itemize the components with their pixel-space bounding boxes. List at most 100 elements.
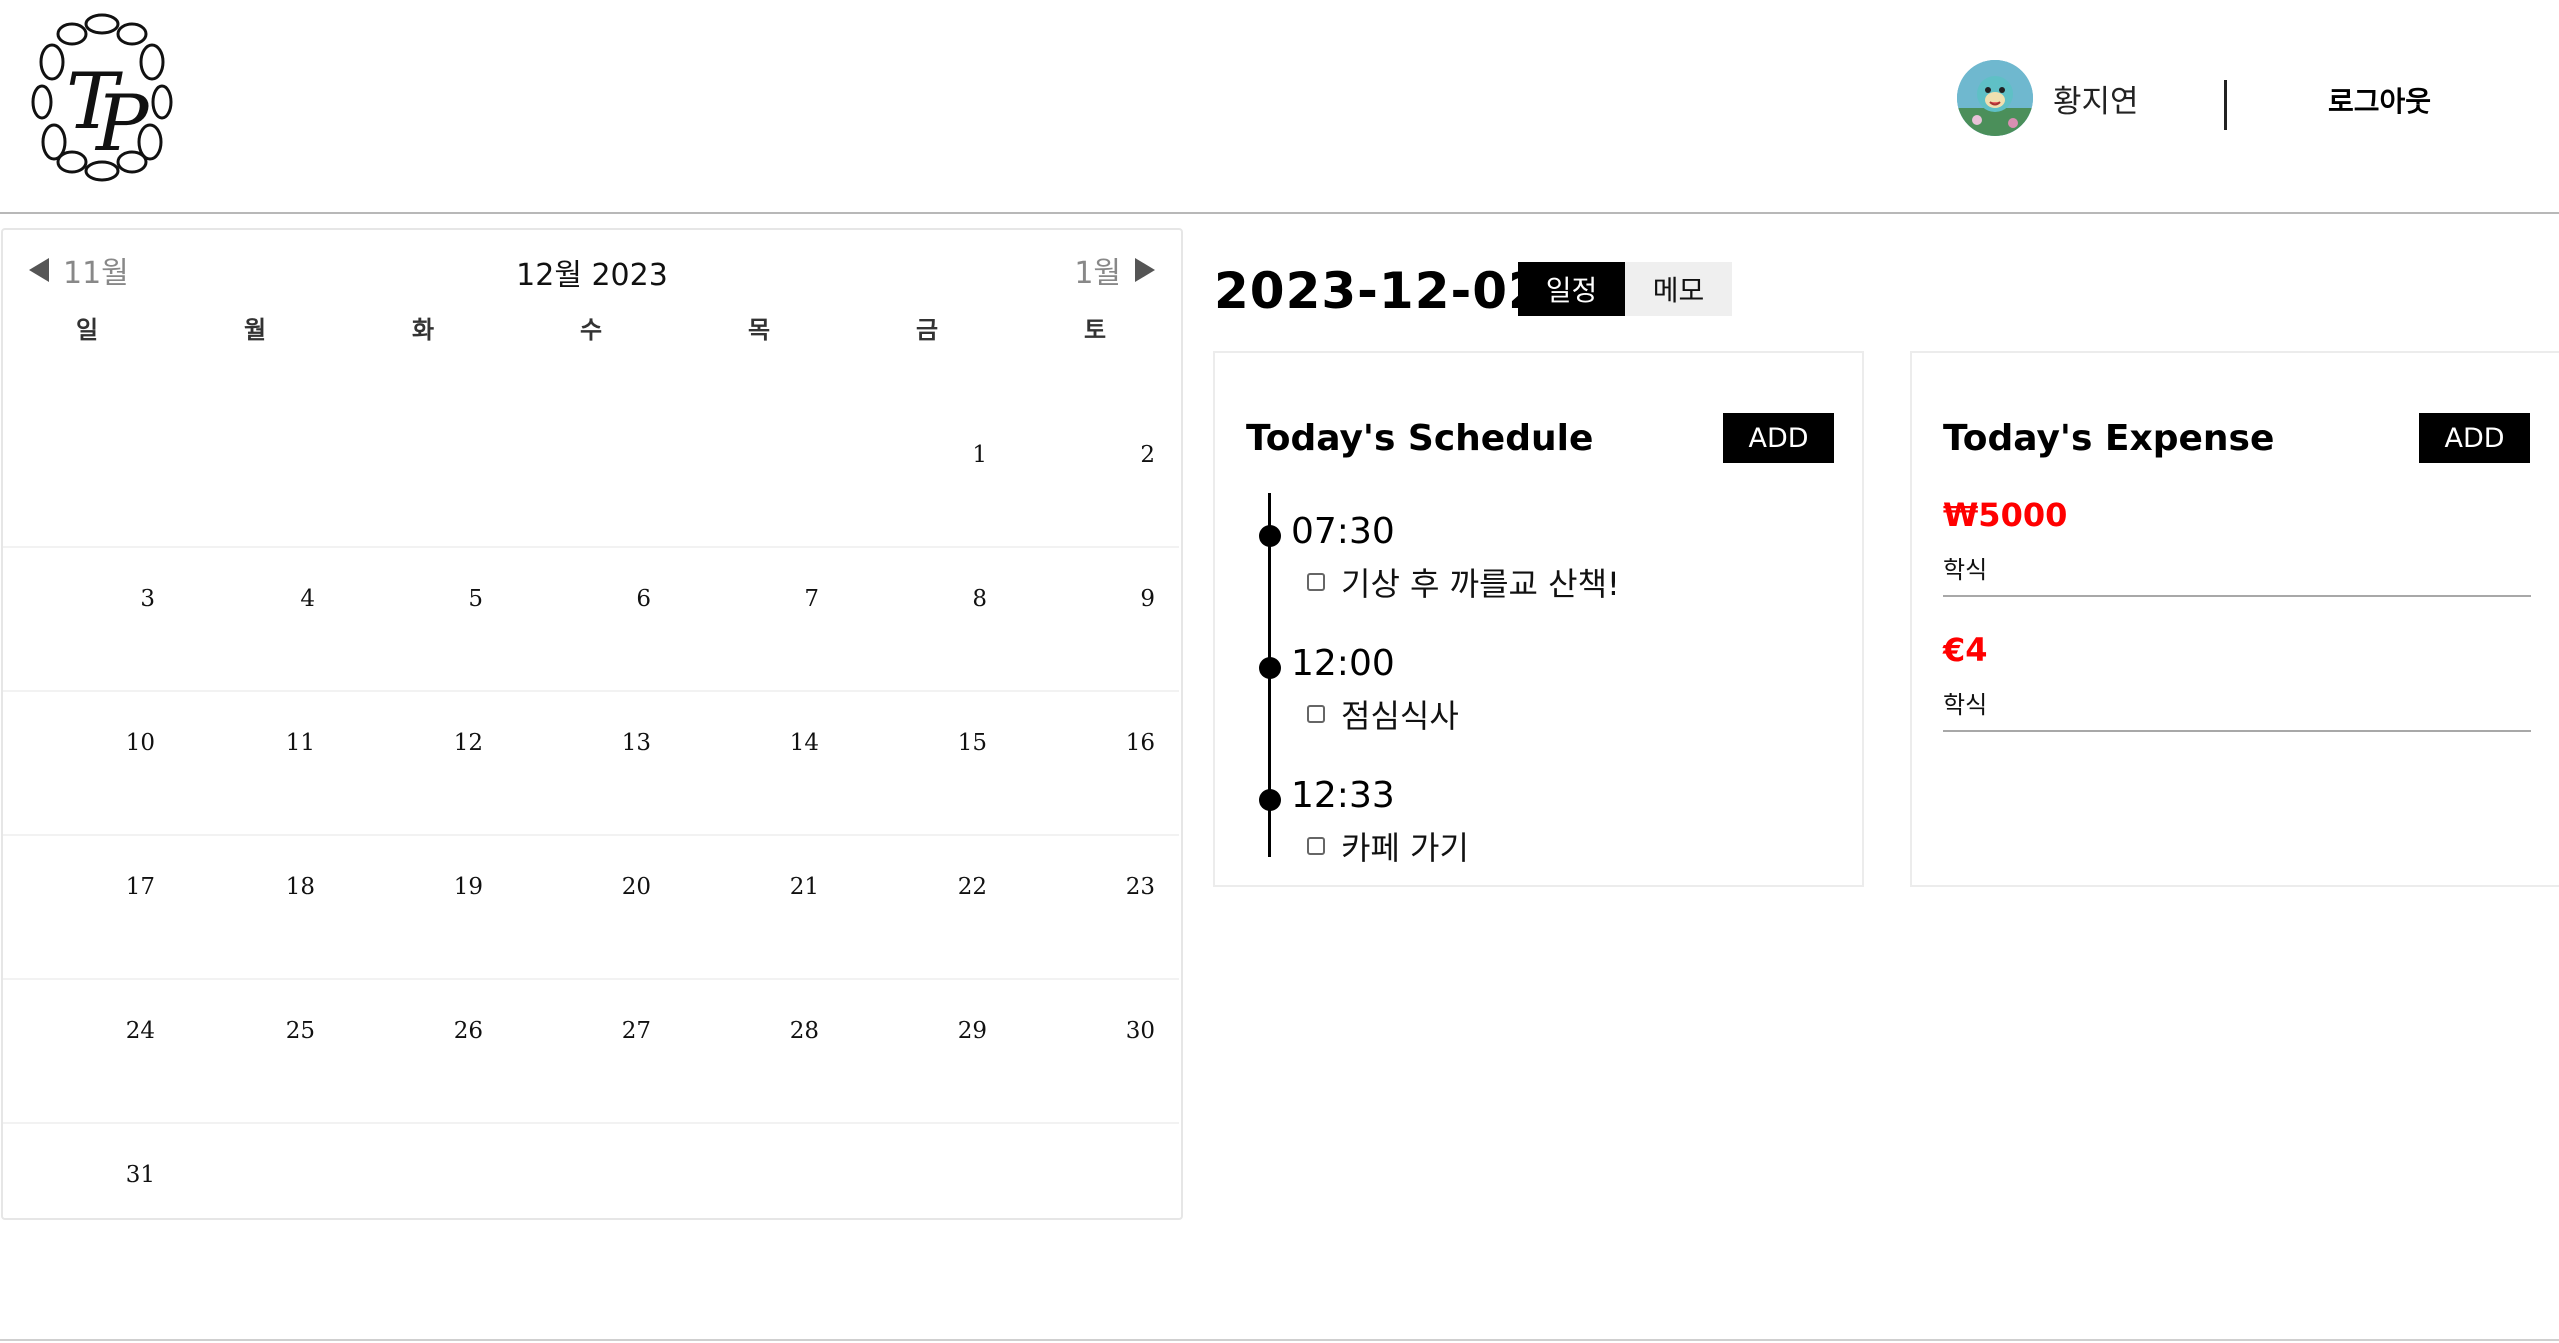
tp-logo[interactable]: T P (30, 10, 175, 185)
day-cell[interactable]: 16 (1011, 692, 1179, 836)
day-cell[interactable]: 29 (843, 980, 1011, 1124)
weekday-header: 일 월 화 수 목 금 토 (3, 310, 1181, 345)
day-number: 4 (300, 586, 315, 612)
day-cell[interactable]: 9 (1011, 548, 1179, 692)
next-month-label: 1월 (1074, 256, 1121, 291)
day-cell-selected[interactable]: 2 (1011, 404, 1179, 548)
expense-item[interactable]: ₩5000 학식 (1943, 496, 2531, 597)
day-cell[interactable]: 13 (507, 692, 675, 836)
day-cell[interactable]: 22 (843, 836, 1011, 980)
schedule-text: 기상 후 까를교 산책! (1341, 565, 1620, 603)
day-number: 17 (125, 874, 155, 900)
schedule-text: 점심식사 (1341, 697, 1459, 735)
day-cell (675, 404, 843, 548)
tab-schedule[interactable]: 일정 (1518, 262, 1625, 316)
day-number: 26 (453, 1018, 483, 1044)
logout-button[interactable]: 로그아웃 (2328, 80, 2431, 120)
expense-card: Today's Expense ADD ₩5000 학식 €4 학식 (1910, 351, 2559, 887)
day-cell (843, 1124, 1011, 1218)
day-number: 6 (636, 586, 651, 612)
day-number: 11 (285, 730, 315, 756)
day-cell[interactable]: 28 (675, 980, 843, 1124)
day-cell[interactable]: 20 (507, 836, 675, 980)
day-cell[interactable]: 21 (675, 836, 843, 980)
day-cell (507, 1124, 675, 1218)
tab-memo[interactable]: 메모 (1625, 262, 1732, 316)
expense-title: Today's Expense (1943, 418, 2275, 459)
schedule-time: 12:33 (1291, 775, 1395, 816)
selected-date-title: 2023-12-02 (1214, 262, 1544, 320)
calendar-navigation: 11월 12월 2023 1월 (3, 248, 1181, 293)
avatar[interactable] (1957, 60, 2033, 136)
schedule-card: Today's Schedule ADD 07:30 기상 후 까를교 산책! … (1213, 351, 1864, 887)
day-cell[interactable]: 7 (675, 548, 843, 692)
expense-amount: €4 (1943, 631, 1988, 669)
day-cell[interactable]: 4 (171, 548, 339, 692)
add-schedule-button[interactable]: ADD (1723, 413, 1834, 463)
day-cell[interactable]: 25 (171, 980, 339, 1124)
task-checkbox[interactable] (1307, 837, 1325, 855)
day-cell[interactable]: 26 (339, 980, 507, 1124)
schedule-task: 카페 가기 (1307, 823, 1469, 869)
footer-divider (0, 1339, 2559, 1341)
task-checkbox[interactable] (1307, 573, 1325, 591)
day-number: 7 (804, 586, 819, 612)
day-cell (675, 1124, 843, 1218)
day-cell[interactable]: 18 (171, 836, 339, 980)
day-cell[interactable]: 6 (507, 548, 675, 692)
day-cell (507, 404, 675, 548)
day-number: 2 (1140, 442, 1155, 468)
day-cell[interactable]: 10 (3, 692, 171, 836)
day-cell[interactable]: 24 (3, 980, 171, 1124)
day-number: 21 (789, 874, 819, 900)
day-number: 12 (453, 730, 483, 756)
day-cell[interactable]: 11 (171, 692, 339, 836)
day-cell[interactable]: 17 (3, 836, 171, 980)
schedule-time: 07:30 (1291, 511, 1395, 552)
next-month-button[interactable]: 1월 (1074, 248, 1155, 292)
calendar-title: 12월 2023 (516, 258, 668, 293)
day-number: 13 (621, 730, 651, 756)
day-cell[interactable]: 3 (3, 548, 171, 692)
user-name: 황지연 (2053, 83, 2139, 120)
add-expense-button[interactable]: ADD (2419, 413, 2530, 463)
timeline-dot-icon (1259, 525, 1281, 547)
day-cell[interactable]: 23 (1011, 836, 1179, 980)
day-number: 28 (789, 1018, 819, 1044)
timeline-dot-icon (1259, 657, 1281, 679)
day-number: 24 (125, 1018, 155, 1044)
calendar: 11월 12월 2023 1월 일 월 화 수 목 금 토 1 2 3 4 5 … (1, 228, 1183, 1220)
day-number: 25 (285, 1018, 315, 1044)
day-number: 20 (621, 874, 651, 900)
day-number: 23 (1125, 874, 1155, 900)
day-cell[interactable]: 1 (843, 404, 1011, 548)
day-cell[interactable]: 27 (507, 980, 675, 1124)
day-cell[interactable]: 14 (675, 692, 843, 836)
day-cell[interactable]: 19 (339, 836, 507, 980)
day-number: 30 (1125, 1018, 1155, 1044)
day-cell[interactable]: 5 (339, 548, 507, 692)
arrow-right-icon (1135, 258, 1155, 282)
day-number: 19 (453, 874, 483, 900)
weekday-wed: 수 (579, 316, 603, 344)
day-cell[interactable]: 30 (1011, 980, 1179, 1124)
view-tabs: 일정 메모 (1518, 262, 1732, 316)
day-number: 8 (972, 586, 987, 612)
schedule-title: Today's Schedule (1246, 418, 1594, 459)
schedule-time: 12:00 (1291, 643, 1395, 684)
day-number: 3 (140, 586, 155, 612)
user-profile[interactable]: 황지연 (1957, 60, 2139, 136)
day-cell[interactable]: 31 (3, 1124, 171, 1218)
schedule-task: 기상 후 까를교 산책! (1307, 559, 1620, 605)
day-cell[interactable]: 15 (843, 692, 1011, 836)
day-cell[interactable]: 12 (339, 692, 507, 836)
day-cell (339, 404, 507, 548)
expense-item[interactable]: €4 학식 (1943, 631, 2531, 732)
day-number: 22 (957, 874, 987, 900)
day-cell (171, 1124, 339, 1218)
day-cell[interactable]: 8 (843, 548, 1011, 692)
day-number: 18 (285, 874, 315, 900)
day-number: 14 (789, 730, 819, 756)
task-checkbox[interactable] (1307, 705, 1325, 723)
top-header: T P 황지연 로그아웃 (0, 0, 2559, 214)
